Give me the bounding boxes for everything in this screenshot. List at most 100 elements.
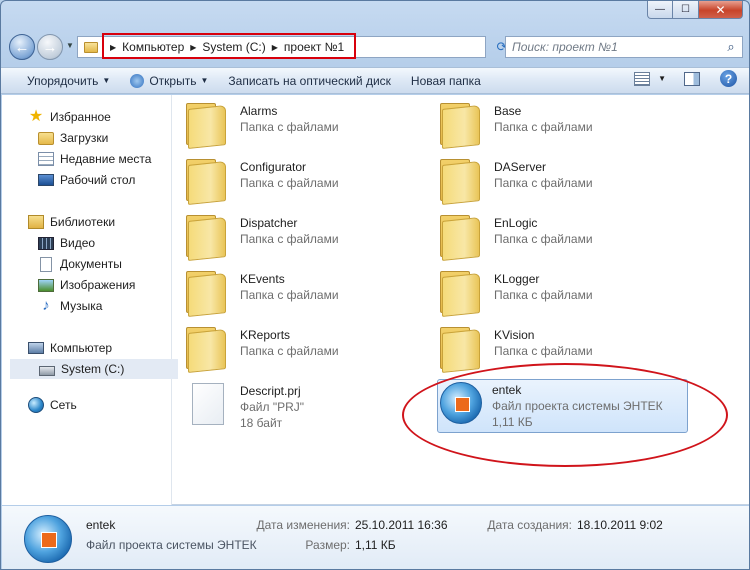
file-item-entek[interactable]: entek Файл проекта системы ЭНТЕК 1,11 КБ [437, 379, 688, 433]
file-name: Descript.prj [240, 384, 301, 398]
folder-icon [186, 213, 230, 261]
nav-favorites[interactable]: ★ Избранное [28, 107, 111, 127]
search-box[interactable]: Поиск: проект №1 ⌕ [505, 36, 743, 58]
file-type: Папка с файлами [240, 344, 339, 358]
navigation-pane: ★ Избранное Загрузки Недавние места Рабо… [2, 95, 178, 505]
nav-system-c[interactable]: System (C:) [10, 359, 178, 379]
file-type: Папка с файлами [240, 232, 339, 246]
preview-pane-icon[interactable] [684, 71, 700, 86]
recent-places-icon [38, 152, 54, 166]
file-size: 18 байт [240, 416, 283, 430]
file-name: Alarms [240, 104, 278, 118]
details-file-name: entek [86, 518, 116, 532]
folder-item-enlogic[interactable]: EnLogic Папка с файлами [440, 213, 680, 267]
maximize-button[interactable]: ☐ [673, 1, 699, 19]
file-type: Папка с файлами [494, 344, 593, 358]
generic-file-icon [186, 381, 230, 429]
music-note-icon: ♪ [42, 297, 50, 314]
command-bar: Упорядочить ▼ Открыть ▼ Записать на опти… [1, 67, 749, 94]
nav-desktop-label: Рабочий стол [60, 173, 136, 187]
nav-downloads[interactable]: Загрузки [38, 128, 108, 148]
nav-images[interactable]: Изображения [38, 275, 135, 295]
history-dropdown-icon[interactable]: ▼ [66, 41, 74, 50]
image-icon [38, 278, 54, 292]
desktop-icon [38, 174, 54, 186]
downloads-folder-icon [38, 131, 54, 145]
folder-item-klogger[interactable]: KLogger Папка с файлами [440, 269, 680, 323]
nav-libraries[interactable]: Библиотеки [28, 212, 115, 232]
file-type: Папка с файлами [494, 288, 593, 302]
folder-icon [440, 157, 484, 205]
nav-recent[interactable]: Недавние места [38, 149, 151, 169]
help-icon[interactable]: ? [720, 70, 737, 87]
minimize-button[interactable]: — [647, 1, 673, 19]
nav-libraries-label: Библиотеки [50, 215, 116, 229]
nav-documents[interactable]: Документы [38, 254, 122, 274]
navigation-bar: ← → ▼ ▶ Компьютер ▶ System (C:) ▶ проект… [9, 33, 743, 61]
folder-item-kvision[interactable]: KVision Папка с файлами [440, 325, 680, 379]
caption-buttons: — ☐ ✕ [647, 1, 743, 19]
back-button[interactable]: ← [9, 34, 35, 60]
entek-globe-icon [438, 380, 482, 428]
nav-music[interactable]: ♪ Музыка [38, 296, 102, 316]
search-icon[interactable]: ⌕ [720, 39, 742, 55]
file-item-descript-prj[interactable]: Descript.prj Файл "PRJ" 18 байт [186, 381, 426, 435]
file-name: KReports [240, 328, 291, 342]
chevron-down-icon: ▼ [102, 76, 111, 85]
folder-item-alarms[interactable]: Alarms Папка с файлами [186, 101, 426, 155]
folder-item-kevents[interactable]: KEvents Папка с файлами [186, 269, 426, 323]
details-size-value: 1,11 КБ [355, 538, 396, 552]
address-bar[interactable]: ▶ Компьютер ▶ System (C:) ▶ проект №1 ▼ [77, 33, 511, 59]
folder-item-dispatcher[interactable]: Dispatcher Папка с файлами [186, 213, 426, 267]
computer-icon [28, 342, 44, 354]
folder-icon [186, 101, 230, 149]
views-dropdown-icon[interactable]: ▼ [658, 74, 666, 83]
chevron-down-icon: ▼ [200, 76, 209, 85]
file-type: Файл "PRJ" [240, 400, 305, 414]
nav-system-c-label: System (C:) [61, 362, 125, 376]
views-icon[interactable] [634, 71, 651, 86]
nav-computer-label: Компьютер [50, 341, 113, 355]
file-name: KLogger [494, 272, 540, 286]
folder-icon [440, 101, 484, 149]
details-created-value: 18.10.2011 9:02 [577, 518, 663, 532]
nav-desktop[interactable]: Рабочий стол [38, 170, 135, 190]
file-list: Alarms Папка с файлами Base Папка с файлам… [174, 95, 749, 505]
file-type: Папка с файлами [494, 120, 593, 134]
organize-label: Упорядочить [27, 73, 99, 88]
close-button[interactable]: ✕ [699, 1, 743, 19]
nav-documents-label: Документы [60, 257, 122, 271]
document-icon [40, 256, 52, 272]
folder-item-daserver[interactable]: DAServer Папка с файлами [440, 157, 680, 211]
details-pane: entek Файл проекта системы ЭНТЕК Дата из… [2, 506, 749, 569]
folder-icon [186, 157, 230, 205]
nav-video[interactable]: Видео [38, 233, 95, 253]
new-folder-label: Новая папка [410, 73, 481, 88]
details-file-type: Файл проекта системы ЭНТЕК [86, 538, 257, 552]
nav-network[interactable]: Сеть [28, 395, 77, 415]
new-folder-button[interactable]: Новая папка [401, 70, 491, 92]
back-arrow-icon: ← [14, 38, 30, 56]
folder-item-base[interactable]: Base Папка с файлами [440, 101, 680, 155]
drive-icon [39, 366, 55, 376]
folder-icon [84, 41, 98, 53]
nav-recent-label: Недавние места [60, 152, 152, 166]
star-icon: ★ [28, 108, 44, 125]
burn-disc-button[interactable]: Записать на оптический диск [218, 70, 401, 92]
file-type: Папка с файлами [494, 176, 593, 190]
open-app-icon [130, 73, 145, 88]
nav-video-label: Видео [60, 236, 96, 250]
file-name: DAServer [494, 160, 547, 174]
organize-button[interactable]: Упорядочить ▼ [1, 70, 120, 92]
forward-button[interactable]: → [37, 34, 63, 60]
file-type: Папка с файлами [240, 176, 339, 190]
file-name: Configurator [240, 160, 307, 174]
search-input[interactable]: Поиск: проект №1 [512, 40, 720, 54]
nav-computer[interactable]: Компьютер [28, 338, 112, 358]
main-area: ★ Избранное Загрузки Недавние места Рабо… [2, 95, 749, 505]
folder-icon [186, 269, 230, 317]
toolbar-right: ▼ ? [634, 70, 737, 87]
folder-item-configurator[interactable]: Configurator Папка с файлами [186, 157, 426, 211]
open-button[interactable]: Открыть ▼ [120, 70, 218, 92]
folder-item-kreports[interactable]: KReports Папка с файлами [186, 325, 426, 379]
